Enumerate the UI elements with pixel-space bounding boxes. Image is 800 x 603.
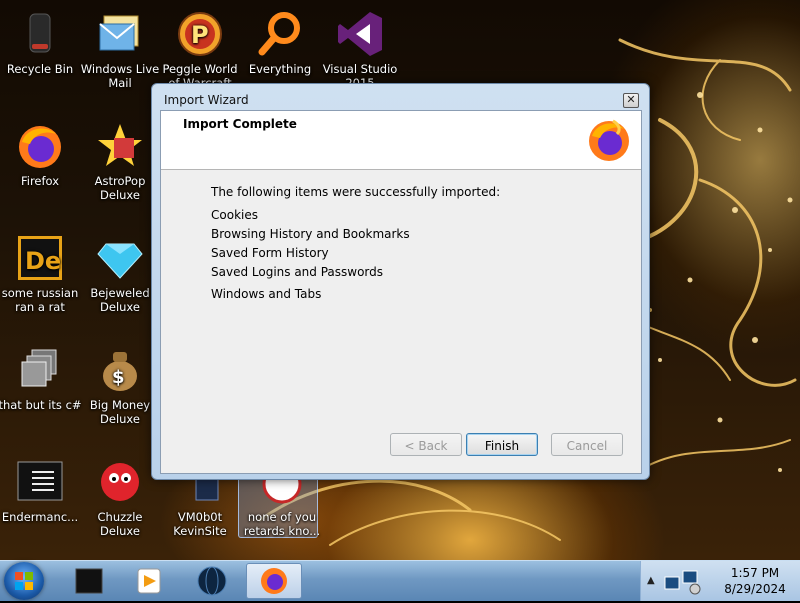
- desktop-icon-label: Big Money Deluxe: [89, 398, 151, 426]
- console-icon: [16, 458, 64, 506]
- imported-item-windows-tabs: Windows and Tabs: [211, 287, 322, 301]
- desktop-icon-none-of-you[interactable]: none of you retards kno...: [238, 464, 324, 538]
- globe-icon: [197, 566, 227, 596]
- desktop-icon-bejeweled[interactable]: Bejeweled Deluxe: [78, 234, 162, 314]
- desktop-icon-recycle-bin[interactable]: Recycle Bin: [0, 10, 82, 76]
- desktop-icon-label: VM0b0t KevinSite: [173, 510, 227, 538]
- visual-studio-icon: [336, 10, 384, 58]
- clock-time: 1:57 PM: [730, 566, 780, 580]
- console-icon: [75, 568, 103, 594]
- imported-item-logins-passwords: Saved Logins and Passwords: [211, 265, 384, 279]
- windows-logo-icon: [15, 572, 33, 590]
- show-hidden-icons-button[interactable]: ▲: [647, 575, 655, 586]
- astropop-icon: [96, 122, 144, 170]
- chuzzle-icon: [96, 458, 144, 506]
- recycle-bin-icon: [16, 10, 64, 58]
- dreamweaver-icon: De: [16, 234, 64, 282]
- desktop-icon-label: Chuzzle Deluxe: [97, 510, 143, 538]
- taskbar: ▲ 1:57 PM 8/29/2024: [0, 560, 800, 601]
- gem-icon: [96, 234, 144, 282]
- clock[interactable]: 1:57 PM 8/29/2024: [713, 565, 797, 597]
- desktop-icon-label: Bejeweled Deluxe: [90, 286, 150, 314]
- svg-text:$: $: [112, 367, 125, 388]
- svg-text:P: P: [191, 21, 209, 49]
- clock-date: 8/29/2024: [724, 582, 786, 596]
- finish-button[interactable]: Finish: [466, 433, 538, 456]
- back-button[interactable]: < Back: [390, 433, 462, 456]
- money-bag-icon: $: [96, 346, 144, 394]
- close-icon: ✕: [626, 93, 636, 106]
- mail-icon: [96, 10, 144, 58]
- app-icon: [258, 464, 306, 506]
- wizard-header: Import Complete: [161, 111, 641, 170]
- desktop-icon-label: Windows Live Mail: [80, 62, 160, 90]
- peggle-icon: P: [176, 10, 224, 58]
- desktop-icon-firefox[interactable]: Firefox: [0, 122, 82, 188]
- desktop-icon-astropop[interactable]: AstroPop Deluxe: [78, 122, 162, 202]
- network-icon[interactable]: [663, 567, 703, 595]
- desktop-icon-visual-studio[interactable]: Visual Studio 2015: [318, 10, 402, 90]
- magnifier-icon: [256, 10, 304, 58]
- window-title: Import Wizard: [164, 93, 249, 107]
- desktop-icon-label: Recycle Bin: [6, 62, 74, 76]
- taskbar-app-globe[interactable]: [184, 563, 240, 599]
- import-wizard-window: Import Wizard ✕ Import Complete The foll…: [151, 83, 650, 480]
- desktop-icon-label: Everything: [248, 62, 312, 76]
- desktop-icon-chuzzle[interactable]: Chuzzle Deluxe: [78, 458, 162, 538]
- desktop-icon-that-but-its-cs[interactable]: that but its c#: [0, 346, 82, 412]
- close-button[interactable]: ✕: [623, 93, 639, 108]
- cancel-button[interactable]: Cancel: [551, 433, 623, 456]
- taskbar-app-console[interactable]: [62, 563, 118, 599]
- svg-text:De: De: [25, 247, 61, 275]
- page-title: Import Complete: [183, 117, 297, 131]
- firefox-icon: [261, 568, 287, 594]
- firefox-icon: [587, 118, 631, 162]
- firefox-icon: [16, 122, 64, 170]
- taskbar-app-firefox[interactable]: [246, 563, 302, 599]
- desktop-icon-label: Endermanc...: [1, 510, 79, 524]
- title-bar[interactable]: Import Wizard ✕: [152, 84, 649, 110]
- imported-item-history-bookmarks: Browsing History and Bookmarks: [211, 227, 410, 241]
- desktop-icon-label: none of you retards kno...: [243, 510, 321, 538]
- desktop-icon-everything[interactable]: Everything: [238, 10, 322, 76]
- desktop-icon-label: some russian ran a rat: [1, 286, 79, 314]
- start-button[interactable]: [4, 562, 44, 600]
- desktop-icon-label: AstroPop Deluxe: [94, 174, 146, 202]
- import-summary: The following items were successfully im…: [211, 185, 500, 304]
- desktop-icon-peggle[interactable]: P Peggle World of Warcraft: [158, 10, 242, 90]
- wizard-page: Import Complete The following items were…: [160, 110, 642, 474]
- system-tray: ▲ 1:57 PM 8/29/2024: [640, 561, 800, 601]
- desktop-icon-label: that but its c#: [0, 398, 82, 412]
- media-player-icon: [137, 568, 161, 594]
- desktop-icon-label: Firefox: [20, 174, 60, 188]
- desktop-icon-some-russian[interactable]: De some russian ran a rat: [0, 234, 82, 314]
- windows-stack-icon: [16, 346, 64, 394]
- imported-item-form-history: Saved Form History: [211, 246, 329, 260]
- desktop-icon-endermanc[interactable]: Endermanc...: [0, 458, 82, 524]
- summary-intro: The following items were successfully im…: [211, 185, 501, 199]
- desktop-icon-windows-live-mail[interactable]: Windows Live Mail: [78, 10, 162, 90]
- taskbar-app-media-player[interactable]: [122, 563, 178, 599]
- imported-item-cookies: Cookies: [211, 208, 258, 222]
- desktop-icon-big-money[interactable]: $ Big Money Deluxe: [78, 346, 162, 426]
